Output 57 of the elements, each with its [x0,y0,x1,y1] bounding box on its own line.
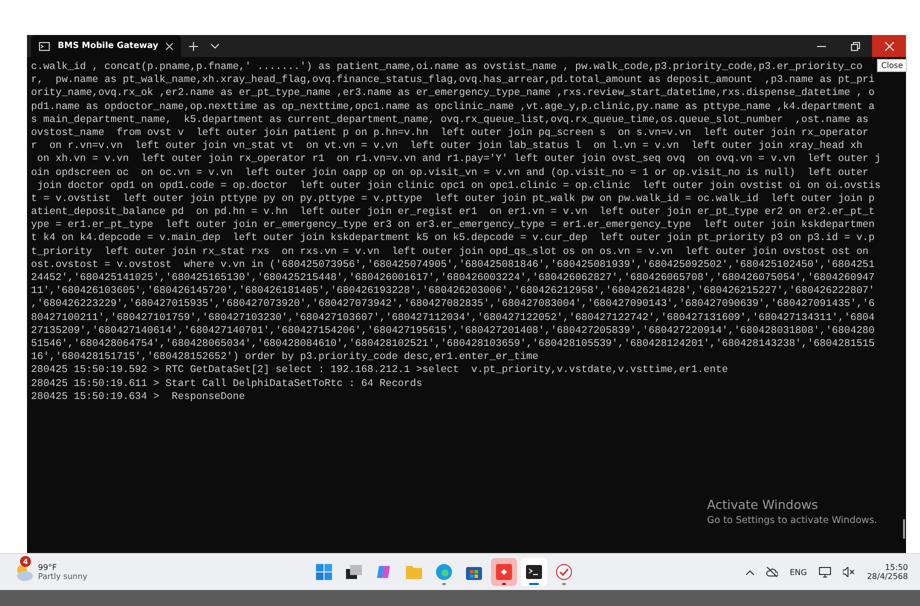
activation-message: Go to Settings to activate Windows. [707,515,878,526]
console-line: atient_deposit_balance pd on pd.hn = v.hn left outer join er_regist er1 on er1.vn = v.vn left outer join er_pt_type er2 on er2.er_pt_t [31,206,875,220]
window-title: BMS Mobile Gateway [58,41,158,51]
clock-time: 15:50 [884,563,908,572]
console-line: 24452','680425141025','680425165130','680425215448','680426001617','680426003224','680426062827','680426065708','680426075054','6804260947 [31,272,875,286]
console-line: 280425 15:50:19.592 > RTC GetDataSet[2] select : 192.168.212.1 >select v.pt_priority,v.vstdate,v.vsttime,er1.ente [31,364,728,378]
weather-condition: Partly sunny [38,572,88,581]
console-line: 27135209','680427140614','680427140701','680427154206','680427195615','680427201408','680427205839','680427220914','680428031808','6804280 [31,324,875,338]
chevron-down-icon [211,44,219,48]
task-view-icon [346,565,362,579]
console-line: r on r.vn=v.vn left outer join vn_stat vt on vt.vn = v.vn left outer join lab_status l on l.vn = v.vn left outer join xray_head xh [31,140,862,154]
monitor-icon[interactable] [818,566,831,578]
remote-app-icon [496,564,512,580]
console-line: t_priority left outer join rx_stat rxs on rxs.vn = v.vn left outer join opd_qs_slot os on os.vn = v.vn left outer join ovstost ost on [31,246,869,259]
store-icon [466,564,482,580]
sun-cloud-icon [14,562,34,582]
console-line: ,'680426223229','680427015935','680427073920','680427073942','680427082835','680427083004','680427090143','680427090639','680427091435','6 [31,298,875,312]
plus-icon [188,42,198,50]
console-line: 280425 15:50:19.634 > ResponseDone [31,390,245,404]
console-line: 80427100211','680427101759','680427103230','680427103607','680427112034','680427122052','680427122742','680427131609','680427134311','6804 [31,312,875,325]
activation-title: Activate Windows [707,497,819,512]
scrollbar-thumb[interactable] [903,519,905,539]
cloud-off-icon[interactable] [766,567,778,577]
console-line: ority_name,ovq.rx_ok ,er2.name as er_pt_type_name ,er3.name as er_emergency_type_name ,rxs.review_start_datetime,rxs.dispense_datetime , o [31,87,875,101]
console-line: on xh.vn = v.vn left outer join rx_operator r1 on r1.vn=v.vn and r1.pay='Y' left outer join ovst_seq ovq on ovq.vn = v.vn left outer j [36,153,881,166]
console-line: t k4 on k4.depcode = v.main_dep left outer join kskdepartment k5 on k5.depcode = v.cur_dep left outer join pt_priority p3 on p3.id = v.p [31,232,875,246]
console-line: ype = er1.er_pt_type left outer join er_emergency_type er3 on er3.er_emergency_type = er1.er_emergency_type left outer join kskdepartmen [31,219,875,232]
console-line: 11','680426103605','680426145720','680426181405','680426193228','680426203006','680426212958','680426214828','680426215227','680426222807' [31,285,875,298]
console-line: c.walk_id , concat(p.pname,p.fname,' .......') as patient_name,oi.name as ovstist_name , pw.walk_code,p3.priority_code,p3.er_priority_co [31,61,862,74]
temperature: 99°F [38,563,58,572]
language-indicator[interactable]: ENG [790,568,807,576]
speaker-muted-icon[interactable] [842,567,855,577]
console-icon [39,42,50,50]
terminal-icon [526,565,542,579]
close-tooltip: Close [877,59,907,72]
close-tab-icon[interactable] [166,42,173,50]
console-line: 51546','680428064754','680428065034','680428084610','680428102521','680428103659','680428105539','680428124201','680428143238','6804281515 [31,338,875,352]
restore-icon [850,42,860,50]
chevron-up-icon[interactable] [746,570,754,574]
console-line: ovstost_name from ovst v left outer join patient p on p.hn=v.hn left outer join pq_screen s on s.vn=v.vn left outer join rx_operator [31,126,869,140]
console-line: 16','680428151715','680428152652') order by p3.priority_code desc,er1.enter_er_time [31,351,538,364]
console-line: 280425 15:50:19.611 > Start Call DelphiDataSetToRtc : 64 Records [31,378,422,391]
close-button[interactable] [872,35,906,57]
close-icon [884,42,894,50]
clock[interactable]: 15:50 28/4/2568 [866,563,908,581]
clock-date: 28/4/2568 [866,572,908,581]
console-line: ost.ovstost = v.ovstost where v.vn in ('680425073956','680425074905','680425081846','680425081939','680425092502','680425102450','6804251 [31,258,875,272]
taskbar-app-button[interactable] [521,558,547,586]
console-line: t = v.ovstist left outer join pttype py on py.pttype = v.pttype left outer join pt_walk pw on pw.walk_id = oc.walk_id left outer join p [31,192,875,206]
window-tab[interactable]: BMS Mobile Gateway [31,35,181,57]
console-line: r, pw.name as pt_walk_name,xh.xray_head_flag,ovq.finance_status_flag,ovq.has_arrear,pd.total_amount as deposit_amount ,p3.name as pt_pri [31,74,875,88]
console-line: s main_department_name, k5.department as current_department_name, ovq.rx_queue_list,ovq.rx_queue_time,os.queue_slot_number ,ost.name as [31,114,869,127]
console-line: oin opdscreen oc on oc.vn = v.vn left outer join oapp op on op.visit_vn = v.vn and (op.visit_no = 1 or op.visit_no is null) left outer [31,166,869,180]
folder-icon [406,565,422,579]
windows-logo-icon [316,564,332,580]
console-line: join doctor opd1 on opd1.code = op.doctor left outer join clinic opc1 on opc1.clinic = op.clinic left outer join ovstist oi on oi.ovstis [36,180,881,193]
console-line: pd1.name as opdoctor_name,op.nexttime as op_nexttime,opc1.name as opclinic_name ,vt.age_y,p.clinic,py.name as pttype_name ,k4.department a [31,100,875,114]
